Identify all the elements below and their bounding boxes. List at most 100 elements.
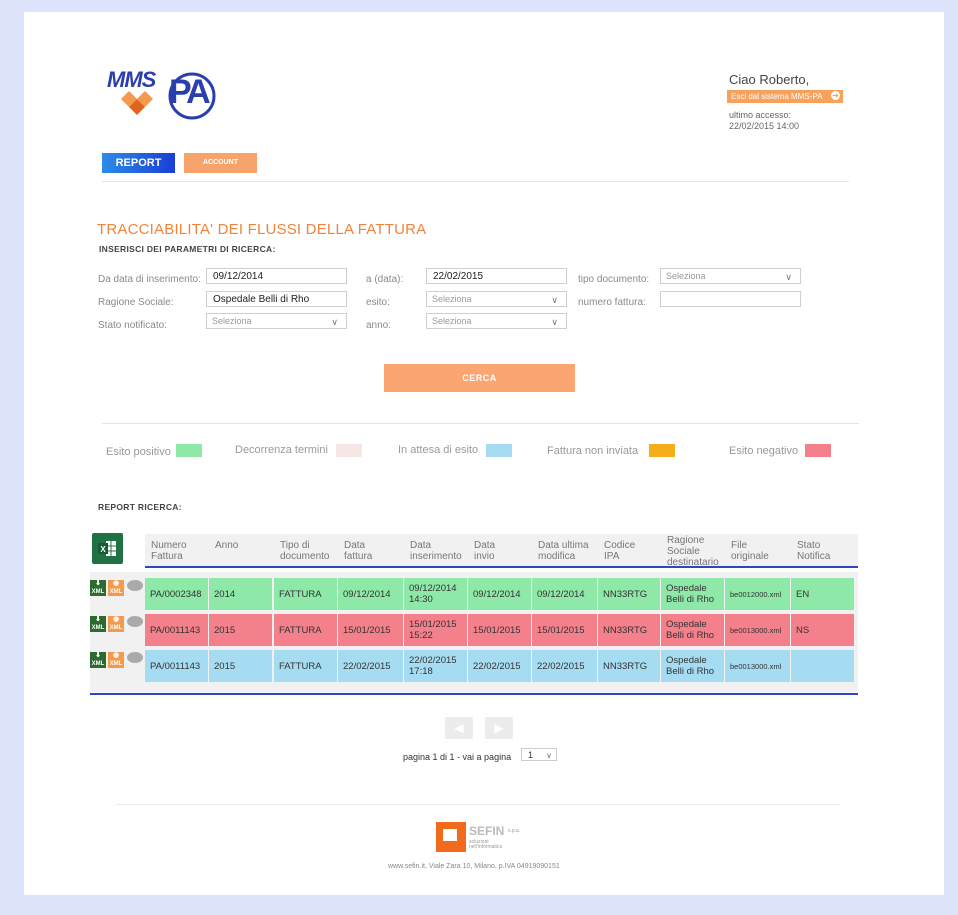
logout-button[interactable]: Esci dal sistema MMS-PA ➜ — [727, 90, 843, 103]
comment-icon[interactable] — [127, 616, 143, 627]
table-cell: 2015 — [209, 650, 272, 682]
table-cell[interactable]: be0013000.xml — [725, 650, 790, 682]
notified-state-select[interactable]: Seleziona ∨ — [206, 313, 347, 329]
chevron-down-icon: ∨ — [331, 317, 338, 327]
legend-label-positive: Esito positivo — [106, 446, 171, 458]
doc-type-label: tipo documento: — [578, 274, 650, 285]
download-xml-icon[interactable]: ⬇ XML — [90, 580, 106, 596]
column-header[interactable]: Codice IPA — [604, 540, 635, 562]
legend-swatch-positive — [176, 444, 202, 457]
table-cell: 15/01/2015 — [468, 614, 531, 646]
svg-text:X: X — [100, 545, 106, 554]
page-container: MMS PA Ciao Roberto, Esci dal sistema MM… — [24, 12, 944, 895]
download-xml-icon[interactable]: ⬇ XML — [90, 616, 106, 632]
eye-icon: ◉ — [112, 616, 120, 623]
outcome-select[interactable]: Seleziona ∨ — [426, 291, 567, 307]
table-cell: FATTURA — [274, 614, 337, 646]
xml-label: XML — [109, 661, 123, 667]
table-cell: 15/01/2015 15:22 — [404, 614, 467, 646]
doc-type-select-value: Seleziona — [666, 271, 706, 281]
column-header[interactable]: Ragione Sociale destinatario — [667, 535, 719, 568]
column-header[interactable]: Numero Fattura — [151, 540, 187, 562]
search-button[interactable]: CERCA — [384, 364, 575, 392]
report-title: REPORT RICERCA: — [98, 502, 182, 512]
column-header[interactable]: Anno — [215, 540, 238, 551]
column-header[interactable]: File originale — [731, 540, 769, 562]
download-arrow-icon: ⬇ — [95, 580, 101, 587]
logout-label: Esci dal sistema MMS-PA — [731, 92, 823, 101]
table-cell: Ospedale Belli di Rho — [661, 614, 724, 646]
table-cell: FATTURA — [274, 578, 337, 610]
column-header[interactable]: Data invio — [474, 540, 495, 562]
notified-state-select-value: Seleziona — [212, 316, 252, 326]
last-access: ultimo accesso: 22/02/2015 14:00 — [729, 110, 799, 132]
table-cell: 15/01/2015 — [532, 614, 597, 646]
excel-export-icon[interactable]: X — [92, 533, 123, 564]
to-date-field[interactable]: 22/02/2015 — [426, 268, 567, 284]
year-select-value: Seleziona — [432, 316, 472, 326]
download-arrow-icon: ⬇ — [95, 616, 101, 623]
xml-label: XML — [109, 589, 123, 595]
legend-label-pending: In attesa di esito — [398, 444, 479, 456]
tab-report[interactable]: REPORT — [102, 153, 175, 173]
header-divider — [102, 181, 849, 182]
download-xml-icon[interactable]: ⬇ XML — [90, 652, 106, 668]
comment-icon[interactable] — [127, 652, 143, 663]
table-cell: EN — [791, 578, 854, 610]
search-divider — [102, 423, 859, 424]
tab-account[interactable]: ACCOUNT — [184, 153, 257, 173]
chevron-down-icon: ∨ — [546, 751, 552, 760]
table-cell: 09/12/2014 — [338, 578, 403, 610]
greeting: Ciao Roberto, — [729, 72, 810, 87]
sefin-logo-inner — [443, 829, 457, 841]
table-cell: PA/0011143 — [145, 614, 208, 646]
comment-icon[interactable] — [127, 580, 143, 591]
chevron-down-icon: ∨ — [551, 295, 558, 305]
view-xml-icon[interactable]: ◉ XML — [108, 616, 124, 632]
table-cell[interactable]: be0012000.xml — [725, 578, 790, 610]
logout-arrow-icon: ➜ — [831, 91, 840, 100]
column-header[interactable]: Tipo di documento — [280, 540, 329, 562]
table-cell: NN33RTG — [598, 614, 660, 646]
table-cell: PA/0002348 — [145, 578, 208, 610]
eye-icon: ◉ — [112, 580, 120, 587]
doc-type-select[interactable]: Seleziona ∨ — [660, 268, 801, 284]
view-xml-icon[interactable]: ◉ XML — [108, 580, 124, 596]
table-cell[interactable]: be0013000.xml — [725, 614, 790, 646]
invoice-number-field[interactable] — [660, 291, 801, 307]
notified-state-label: Stato notificato: — [98, 320, 167, 331]
legend-label-negative: Esito negativo — [729, 445, 799, 457]
table-cell: NN33RTG — [598, 578, 660, 610]
chevron-down-icon: ∨ — [551, 317, 558, 327]
table-cell: NS — [791, 614, 854, 646]
year-select[interactable]: Seleziona ∨ — [426, 313, 567, 329]
outcome-select-value: Seleziona — [432, 294, 472, 304]
pager-prev-button[interactable]: ◀ — [445, 717, 473, 739]
to-date-label: a (data): — [366, 274, 404, 285]
year-label: anno: — [366, 320, 392, 331]
column-header[interactable]: Stato Notifica — [797, 540, 830, 562]
pager-next-button[interactable]: ▶ — [485, 717, 513, 739]
legend-swatch-negative — [805, 444, 831, 457]
sefin-brand: SEFIN — [469, 824, 505, 838]
legend-swatch-not-sent — [649, 444, 675, 457]
page-select[interactable]: 1 ∨ — [521, 748, 557, 761]
from-date-field[interactable]: 09/12/2014 — [206, 268, 347, 284]
table-cell: 22/02/2015 — [338, 650, 403, 682]
company-field[interactable]: Ospedale Belli di Rho — [206, 291, 347, 307]
footer-divider — [115, 804, 840, 805]
legend-label-not-sent: Fattura non inviata — [547, 445, 639, 457]
column-header[interactable]: Data fattura — [344, 540, 372, 562]
table-cell: 2014 — [209, 578, 272, 610]
download-arrow-icon: ⬇ — [95, 652, 101, 659]
chevron-right-icon: ▶ — [494, 721, 504, 735]
mms-pa-logo: MMS PA — [107, 67, 222, 137]
view-xml-icon[interactable]: ◉ XML — [108, 652, 124, 668]
xml-label: XML — [109, 625, 123, 631]
table-bottom-line — [90, 693, 858, 695]
table-cell: Ospedale Belli di Rho — [661, 578, 724, 610]
column-header[interactable]: Data ultima modifica — [538, 540, 589, 562]
xml-label: XML — [91, 661, 105, 667]
xml-label: XML — [91, 625, 105, 631]
column-header[interactable]: Data inserimento — [410, 540, 462, 562]
